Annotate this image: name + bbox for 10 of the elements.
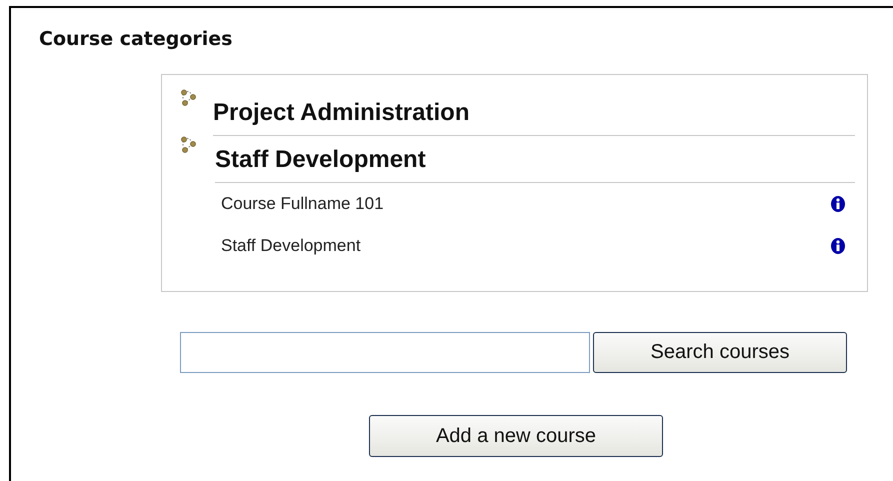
add-course-button[interactable]: Add a new course xyxy=(369,415,663,457)
category-link[interactable]: Staff Development xyxy=(215,146,855,183)
search-button[interactable]: Search courses xyxy=(593,332,847,373)
info-icon[interactable] xyxy=(830,238,846,254)
course-link[interactable]: Staff Development xyxy=(221,236,361,256)
info-icon[interactable] xyxy=(830,196,846,212)
search-field[interactable] xyxy=(180,332,590,373)
course-link[interactable]: Course Fullname 101 xyxy=(221,194,384,214)
category-link[interactable]: Project Administration xyxy=(213,99,855,136)
page-title: Course categories xyxy=(39,28,234,50)
